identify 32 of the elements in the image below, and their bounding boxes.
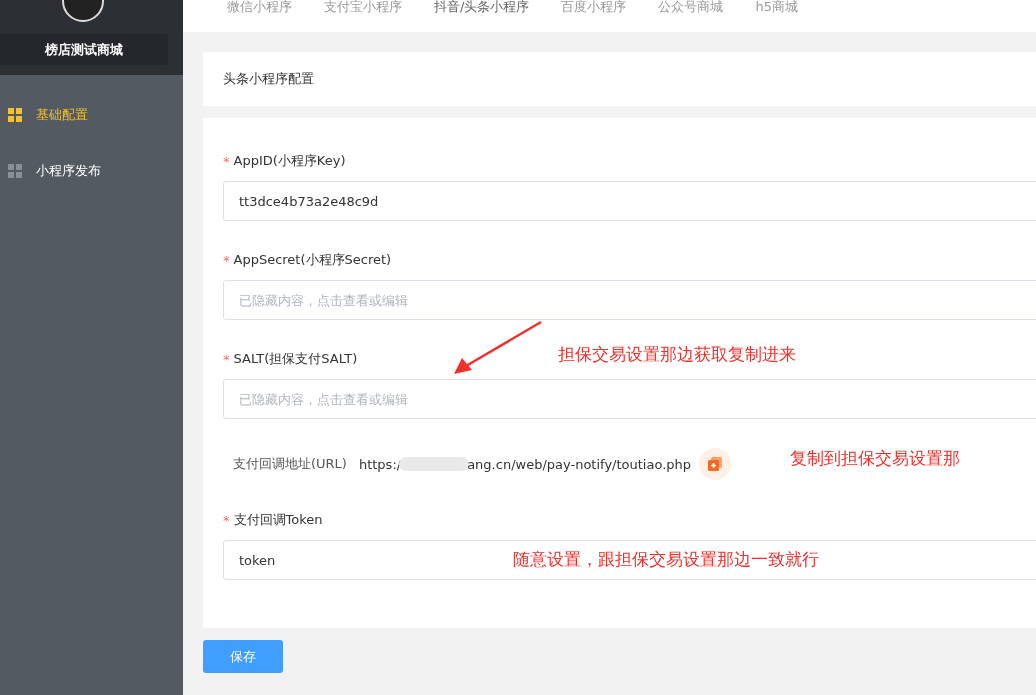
tab[interactable]: 百度小程序 bbox=[561, 0, 627, 14]
shop-name: 榜店测试商城 bbox=[0, 34, 168, 65]
copy-icon bbox=[707, 456, 724, 472]
annotation-text: 担保交易设置那边获取复制进来 bbox=[558, 343, 796, 366]
url-text: ang.cn/web/pay-notify/toutiao.php bbox=[467, 456, 692, 472]
required-mark: * bbox=[223, 153, 230, 169]
tab[interactable]: 微信小程序 bbox=[227, 0, 292, 14]
sidebar-item[interactable]: 基础配置 bbox=[0, 87, 183, 143]
required-mark: * bbox=[223, 351, 230, 367]
field-label: AppID(小程序Key) bbox=[233, 152, 346, 170]
field-label: 支付回调地址(URL) bbox=[233, 455, 347, 473]
annotation-text: 随意设置，跟担保交易设置那边一致就行 bbox=[513, 548, 819, 571]
annotation-text: 复制到担保交易设置那 bbox=[790, 447, 960, 470]
required-mark: * bbox=[223, 512, 230, 528]
grid-icon bbox=[8, 164, 22, 178]
field-label: AppSecret(小程序Secret) bbox=[233, 251, 392, 269]
section-title: 头条小程序配置 bbox=[203, 52, 1036, 106]
tab[interactable]: h5商城 bbox=[755, 0, 798, 14]
required-mark: * bbox=[223, 252, 230, 268]
sidebar-item[interactable]: 小程序发布 bbox=[0, 143, 183, 199]
input-field[interactable]: tt3dce4b73a2e48c9d bbox=[223, 181, 1036, 221]
copy-button[interactable] bbox=[699, 448, 732, 480]
save-button[interactable]: 保存 bbox=[203, 640, 283, 673]
tab[interactable]: 支付宝小程序 bbox=[324, 0, 402, 14]
tab[interactable]: 抖音/头条小程序 bbox=[434, 0, 530, 14]
input-field[interactable]: 已隐藏内容，点击查看或编辑 bbox=[223, 280, 1036, 320]
field-label: SALT(担保支付SALT) bbox=[233, 350, 358, 368]
tab[interactable]: 公众号商城 bbox=[658, 0, 724, 14]
input-field[interactable]: 已隐藏内容，点击查看或编辑 bbox=[223, 379, 1036, 419]
url-text: https:/ bbox=[358, 456, 402, 472]
grid-icon bbox=[8, 108, 22, 122]
field-label: 支付回调Token bbox=[233, 511, 323, 529]
